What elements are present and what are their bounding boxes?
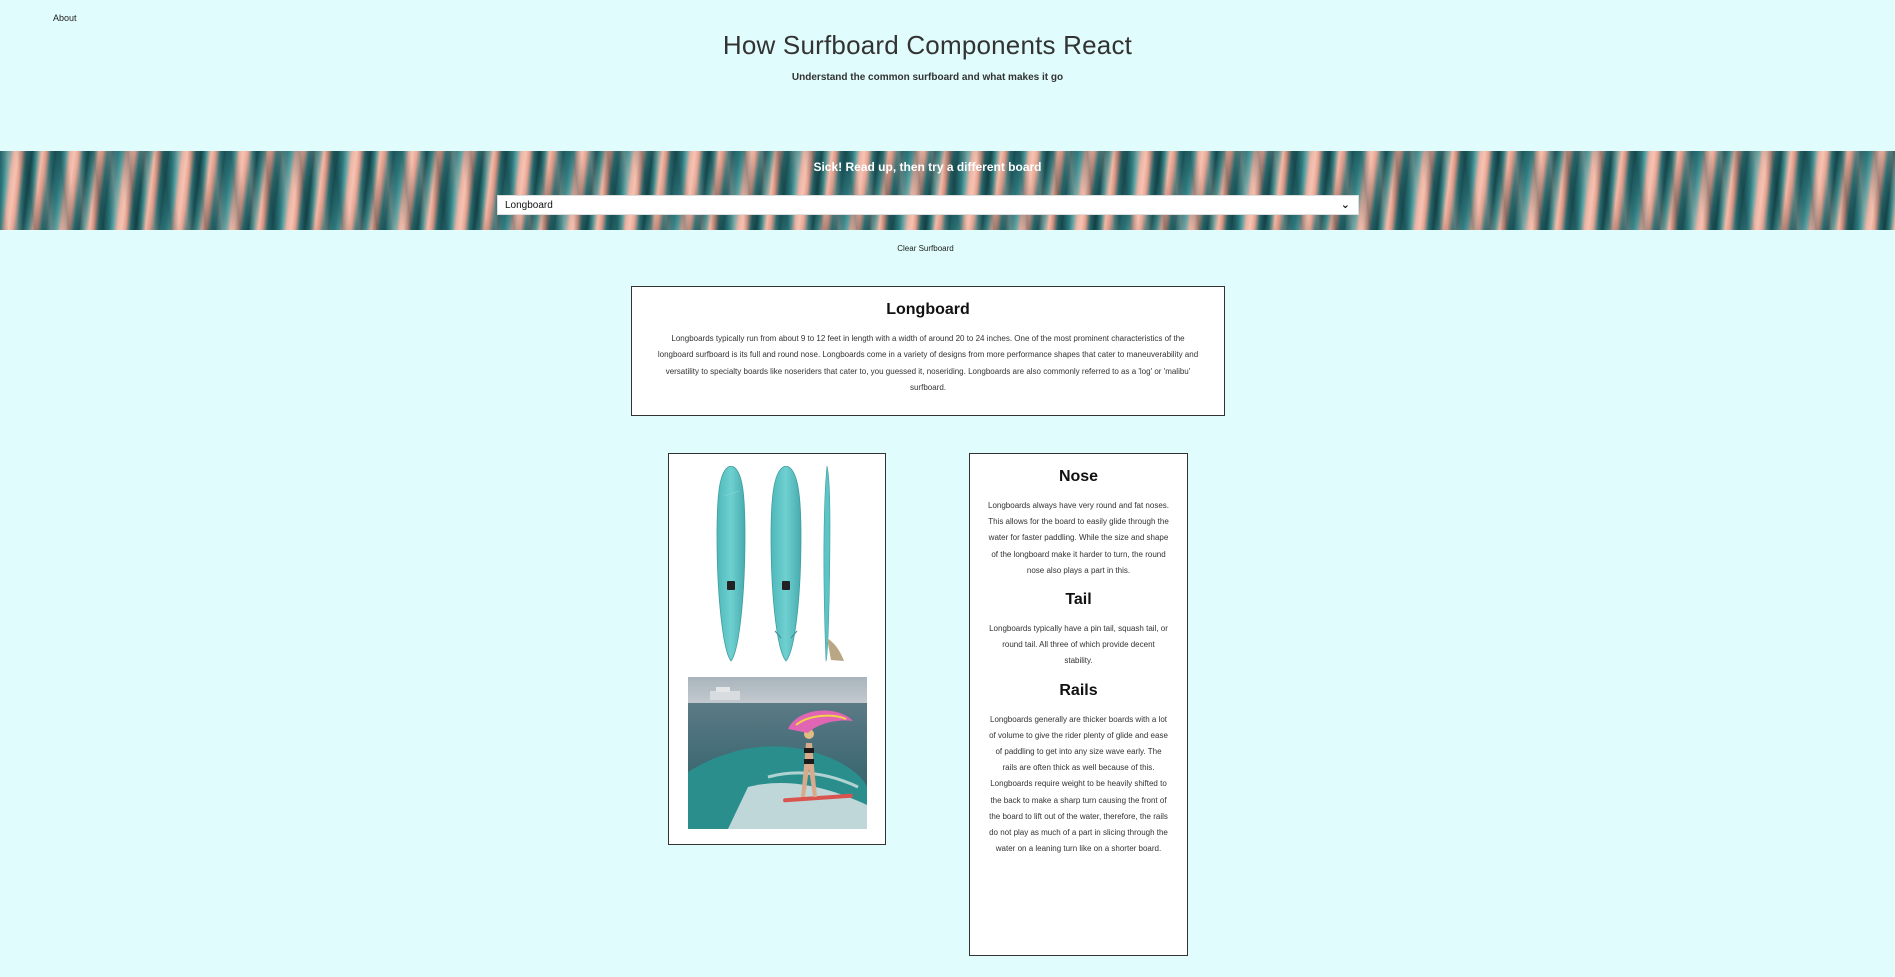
part-text-tail: Longboards typically have a pin tail, sq… [989, 624, 1168, 666]
board-images-card [668, 453, 886, 845]
nav-about-link[interactable]: About [53, 13, 77, 23]
surfboard-select[interactable]: Longboard ⌄ [497, 195, 1359, 215]
part-text-rails: Longboards generally are thicker boards … [989, 714, 1168, 854]
banner-heading: Sick! Read up, then try a different boar… [813, 160, 1042, 174]
board-parts-card: Nose Longboards always have very round a… [969, 453, 1188, 956]
board-description-card: Longboard Longboards typically run from … [631, 286, 1225, 416]
surfboard-select-value: Longboard [505, 199, 553, 211]
part-title-nose: Nose [1058, 468, 1099, 485]
page-subtitle: Understand the common surfboard and what… [791, 72, 1064, 83]
page-title: How Surfboard Components React [722, 30, 1133, 60]
part-title-tail: Tail [1065, 591, 1092, 609]
clear-surfboard-button[interactable]: Clear Surfboard [0, 244, 1851, 253]
part-title-rails: Rails [1059, 681, 1098, 699]
part-text-nose: Longboards always have very round and fa… [988, 501, 1170, 575]
surfer-photo [688, 677, 867, 829]
board-name: Longboard [886, 301, 970, 318]
board-description: Longboards typically run from about 9 to… [657, 334, 1199, 392]
chevron-down-icon: ⌄ [1340, 199, 1350, 211]
surfboard-illustration [716, 466, 844, 662]
wave-banner: Sick! Read up, then try a different boar… [0, 151, 1895, 230]
